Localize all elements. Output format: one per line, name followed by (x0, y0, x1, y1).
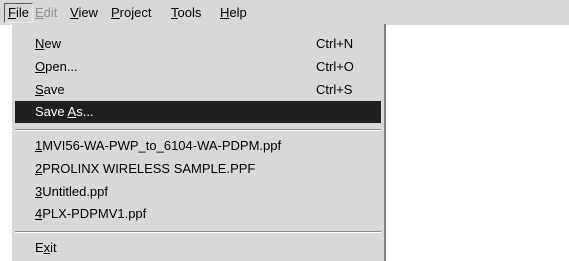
menu-item-new-label: New (35, 33, 61, 55)
menu-project-rest: roject (119, 5, 152, 20)
menu-separator (15, 129, 381, 131)
menu-item-save-rest: ave (43, 82, 65, 97)
menu-item-new-mnemonic: N (35, 36, 45, 51)
menu-help-rest: elp (229, 5, 247, 20)
menu-project-mnemonic: P (111, 5, 120, 20)
recent-file-name: Untitled.ppf (42, 184, 108, 199)
menu-project[interactable]: Project (111, 5, 151, 21)
menu-edit-mnemonic: E (35, 5, 44, 20)
menu-tools[interactable]: Tools (171, 5, 201, 21)
menu-item-open[interactable]: Open... Ctrl+O (15, 56, 381, 78)
menu-separator (15, 231, 381, 233)
recent-file-item[interactable]: 4PLX-PDPMV1.ppf (15, 203, 381, 225)
menu-bar: File Edit View Project Tools Help (0, 0, 569, 25)
menu-help-mnemonic: H (220, 5, 230, 20)
menu-item-exit-label: Exit (35, 237, 57, 259)
menu-item-save-as-rest: s... (76, 104, 94, 119)
menu-file[interactable]: File (4, 3, 33, 23)
recent-file-name: PROLINX WIRELESS SAMPLE.PPF (42, 161, 256, 176)
menu-tools-rest: ools (177, 5, 202, 20)
recent-file-label: 3Untitled.ppf (35, 181, 108, 203)
menu-view-rest: iew (78, 5, 98, 20)
menu-item-save[interactable]: Save Ctrl+S (15, 79, 381, 101)
menu-item-save-as-label: Save As... (35, 101, 94, 123)
menu-item-open-mnemonic: O (35, 59, 46, 74)
recent-file-label: 2PROLINX WIRELESS SAMPLE.PPF (35, 158, 255, 180)
recent-file-name: PLX-PDPMV1.ppf (42, 206, 147, 221)
menu-item-save-as[interactable]: Save As... (15, 101, 381, 123)
recent-file-label: 4PLX-PDPMV1.ppf (35, 203, 146, 225)
file-menu-dropdown: New Ctrl+N Open... Ctrl+O Save Ctrl+S Sa… (11, 24, 386, 261)
menu-item-open-rest: pen... (45, 59, 78, 74)
menu-item-save-mnemonic: S (35, 82, 44, 97)
menu-item-exit-rest: it (50, 240, 57, 255)
menu-item-open-shortcut: Ctrl+O (316, 59, 354, 74)
menu-item-open-label: Open... (35, 56, 78, 78)
recent-file-item[interactable]: 2PROLINX WIRELESS SAMPLE.PPF (15, 158, 381, 180)
menu-item-exit[interactable]: Exit (15, 237, 381, 259)
recent-file-label: 1MVI56-WA-PWP_to_6104-WA-PDPM.ppf (35, 135, 281, 157)
menu-item-save-shortcut: Ctrl+S (316, 82, 353, 97)
menu-item-save-as-mnemonic: A (67, 104, 77, 119)
menu-item-new-shortcut: Ctrl+N (316, 36, 354, 51)
menu-item-exit-prefix: E (35, 240, 44, 255)
menu-file-mnemonic: F (8, 5, 16, 20)
recent-file-name: MVI56-WA-PWP_to_6104-WA-PDPM.ppf (42, 138, 282, 153)
menu-item-save-label: Save (35, 79, 65, 101)
menu-view[interactable]: View (70, 5, 98, 21)
menu-item-new-rest: ew (44, 36, 62, 51)
menu-item-new[interactable]: New Ctrl+N (15, 33, 381, 55)
menu-file-rest: ile (15, 5, 29, 20)
menu-help[interactable]: Help (220, 5, 247, 21)
recent-file-item[interactable]: 3Untitled.ppf (15, 181, 381, 203)
menu-item-save-as-prefix: Save (35, 104, 68, 119)
menu-edit-rest: dit (43, 5, 58, 20)
menu-edit[interactable]: Edit (35, 5, 57, 21)
recent-file-item[interactable]: 1MVI56-WA-PWP_to_6104-WA-PDPM.ppf (15, 135, 381, 157)
